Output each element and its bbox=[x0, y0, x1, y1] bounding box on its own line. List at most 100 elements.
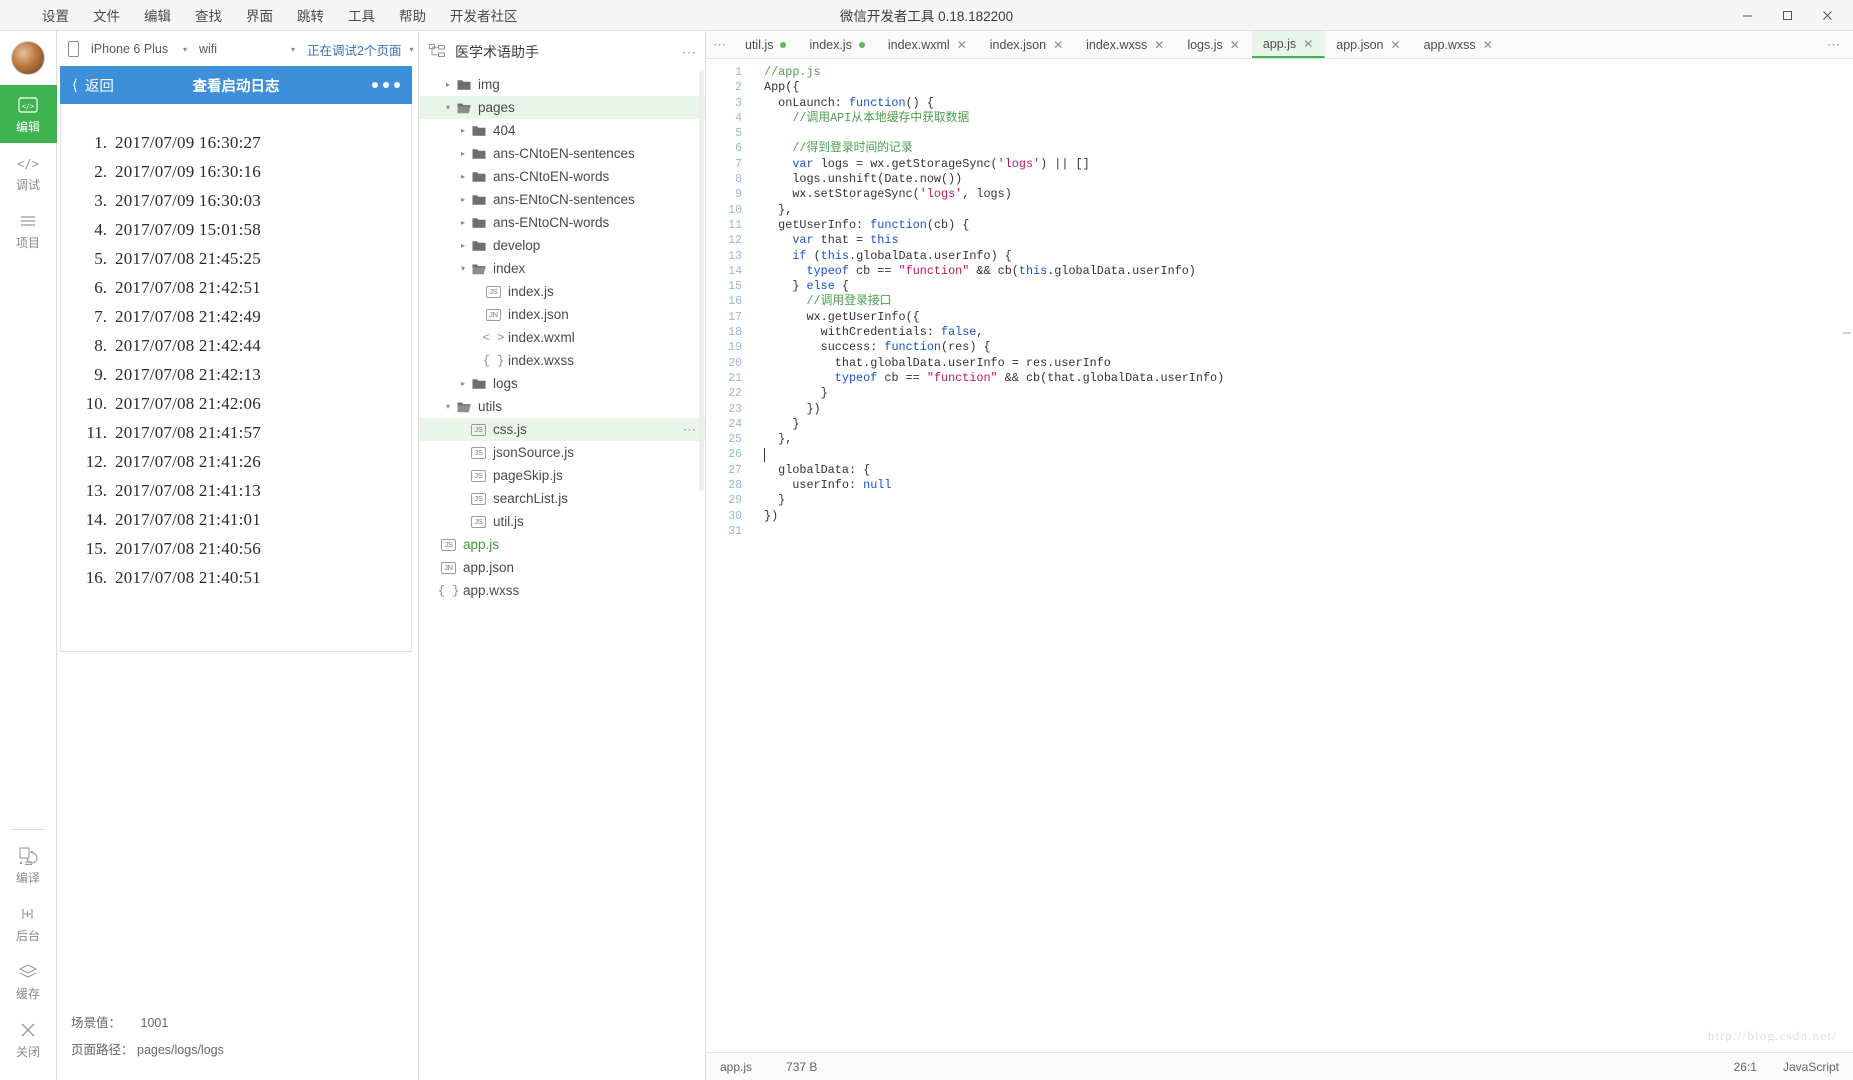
avatar[interactable] bbox=[11, 41, 45, 75]
chevron-down-icon[interactable]: ▾ bbox=[442, 103, 454, 112]
rail-item-cache[interactable]: 缓存 bbox=[0, 952, 57, 1010]
menu-file[interactable]: 文件 bbox=[81, 1, 132, 29]
tab-close-icon[interactable]: ✕ bbox=[1230, 38, 1240, 52]
chevron-right-icon[interactable]: ▸ bbox=[457, 195, 469, 204]
file-tree-node-index-wxml[interactable]: < > index.wxml bbox=[419, 326, 705, 349]
file-tree-node-app-wxss[interactable]: { } app.wxss bbox=[419, 579, 705, 602]
editor-tab-index-js[interactable]: index.js bbox=[798, 31, 877, 58]
scene-value: 1001 bbox=[140, 1016, 169, 1030]
file-tree-node-ans-entocn-sentences[interactable]: ▸ ans-ENtoCN-sentences bbox=[419, 188, 705, 211]
rail-item-close[interactable]: 关闭 bbox=[0, 1010, 57, 1068]
status-language[interactable]: JavaScript bbox=[1783, 1060, 1839, 1074]
rail-item-project[interactable]: 项目 bbox=[0, 201, 57, 259]
file-tree-scrollbar[interactable] bbox=[699, 71, 704, 491]
rail-item-edit[interactable]: </> 编辑 bbox=[0, 85, 57, 143]
chevron-right-icon[interactable]: ▸ bbox=[457, 241, 469, 250]
file-tree-node-css-js[interactable]: JS css.js ⋯ bbox=[419, 418, 705, 441]
file-tree-node-develop[interactable]: ▸ develop bbox=[419, 234, 705, 257]
debug-status-selector[interactable]: 正在调试2个页面 ▾ bbox=[301, 38, 413, 61]
folder-icon bbox=[469, 148, 488, 160]
menu-find[interactable]: 查找 bbox=[183, 1, 234, 29]
chevron-right-icon[interactable]: ▸ bbox=[457, 149, 469, 158]
tabs-overflow-icon[interactable]: ⋯ bbox=[706, 31, 734, 58]
wxss-file-icon: { } bbox=[437, 583, 460, 598]
file-tree-node-logs[interactable]: ▸ logs bbox=[419, 372, 705, 395]
file-tree-node-img[interactable]: ▸ img bbox=[419, 73, 705, 96]
code-area[interactable]: 1 2 3 4 5 6 7 8 9 10 11 12 13 14 15 16 17 18 19 20 21 22 23 24 2… bbox=[706, 59, 1853, 1052]
editor-tab-index-wxml[interactable]: index.wxml ✕ bbox=[876, 31, 979, 58]
menu-goto[interactable]: 跳转 bbox=[285, 1, 336, 29]
chevron-right-icon[interactable]: ▸ bbox=[457, 379, 469, 388]
chevron-down-icon[interactable]: ▾ bbox=[442, 402, 454, 411]
rail-item-debug[interactable]: </> 调试 bbox=[0, 143, 57, 201]
simulator-screen[interactable]: 1. 2017/07/09 16:30:27 2. 2017/07/09 16:30:… bbox=[60, 104, 412, 652]
editor-tab-index-json[interactable]: index.json ✕ bbox=[978, 31, 1076, 58]
file-tree-node-app-json[interactable]: JN app.json bbox=[419, 556, 705, 579]
file-tree-node-index[interactable]: ▾ index bbox=[419, 257, 705, 280]
rail-item-compile[interactable]: 编译 bbox=[0, 836, 57, 894]
file-tree-node-utils[interactable]: ▾ utils bbox=[419, 395, 705, 418]
menu-help[interactable]: 帮助 bbox=[387, 1, 438, 29]
file-tree-node-ans-entocn-words[interactable]: ▸ ans-ENtoCN-words bbox=[419, 211, 705, 234]
tab-close-icon[interactable]: ✕ bbox=[1154, 38, 1164, 52]
code-line: }, bbox=[764, 432, 1853, 447]
device-selector[interactable]: iPhone 6 Plus ▾ bbox=[85, 40, 193, 58]
file-tree-node-app-js[interactable]: JS app.js bbox=[419, 533, 705, 556]
rail-item-background[interactable]: 后台 bbox=[0, 894, 57, 952]
file-tree-node-ans-cntoen-words[interactable]: ▸ ans-CNtoEN-words bbox=[419, 165, 705, 188]
close-icon[interactable] bbox=[1807, 0, 1847, 30]
tab-bar-menu-icon[interactable]: ⋯ bbox=[1827, 31, 1853, 58]
editor-tab-index-wxss[interactable]: index.wxss ✕ bbox=[1075, 31, 1177, 58]
file-tree-node-404[interactable]: ▸ 404 bbox=[419, 119, 705, 142]
menu-community[interactable]: 开发者社区 bbox=[438, 1, 530, 29]
log-list-item: 15. 2017/07/08 21:40:56 bbox=[61, 534, 411, 563]
phone-icon[interactable] bbox=[61, 41, 85, 57]
file-tree-node-util-js[interactable]: JS util.js bbox=[419, 510, 705, 533]
chevron-right-icon[interactable]: ▸ bbox=[442, 80, 454, 89]
file-tree-node-ans-cntoen-sentences[interactable]: ▸ ans-CNtoEN-sentences bbox=[419, 142, 705, 165]
code-token: { bbox=[834, 279, 849, 294]
file-tree-node-index-wxss[interactable]: { } index.wxss bbox=[419, 349, 705, 372]
file-tree-node-pageskip-js[interactable]: JS pageSkip.js bbox=[419, 464, 705, 487]
maximize-icon[interactable] bbox=[1767, 0, 1807, 30]
menu-ui[interactable]: 界面 bbox=[234, 1, 285, 29]
tab-close-icon[interactable]: ✕ bbox=[1391, 38, 1401, 52]
tab-close-icon[interactable]: ✕ bbox=[1303, 37, 1313, 51]
more-dots-icon[interactable] bbox=[372, 82, 400, 88]
file-tree-more-icon[interactable]: ⋯ bbox=[682, 44, 697, 61]
editor-scrollbar[interactable] bbox=[1843, 332, 1851, 334]
js-file-icon: JS bbox=[439, 538, 458, 551]
status-cursor-position[interactable]: 26:1 bbox=[1734, 1060, 1757, 1074]
file-tree-node-label: develop bbox=[493, 238, 541, 253]
tab-close-icon[interactable]: ✕ bbox=[957, 38, 967, 52]
file-tree-node-index-json[interactable]: JN index.json bbox=[419, 303, 705, 326]
chevron-right-icon[interactable]: ▸ bbox=[457, 218, 469, 227]
file-tree-node-searchlist-js[interactable]: JS searchList.js bbox=[419, 487, 705, 510]
debug-brackets-icon: </> bbox=[17, 153, 39, 173]
menu-settings[interactable]: 设置 bbox=[30, 1, 81, 29]
file-tree-node-index-js[interactable]: JS index.js bbox=[419, 280, 705, 303]
network-selector[interactable]: wifi ▾ bbox=[193, 40, 301, 58]
back-button[interactable]: ⟨ 返回 bbox=[72, 75, 114, 96]
menu-edit[interactable]: 编辑 bbox=[132, 1, 183, 29]
app-window: 设置 文件 编辑 查找 界面 跳转 工具 帮助 开发者社区 微信开发者工具 0.… bbox=[0, 0, 1853, 1080]
tab-close-icon[interactable]: ✕ bbox=[1053, 38, 1063, 52]
chevron-down-icon[interactable]: ▾ bbox=[457, 264, 469, 273]
file-tree[interactable]: ▸ img ▾ pages ▸ 404 ▸ ans-CNtoEN-sentences ▸ ans-… bbox=[419, 69, 705, 602]
file-tree-node-jsonsource-js[interactable]: JS jsonSource.js bbox=[419, 441, 705, 464]
chevron-right-icon[interactable]: ▸ bbox=[457, 126, 469, 135]
editor-tab-app-json[interactable]: app.json ✕ bbox=[1325, 31, 1413, 58]
file-tree-node-pages[interactable]: ▾ pages bbox=[419, 96, 705, 119]
minimize-icon[interactable] bbox=[1727, 0, 1767, 30]
editor-tab-app-wxss[interactable]: app.wxss ✕ bbox=[1412, 31, 1505, 58]
editor-tab-util-js[interactable]: util.js bbox=[734, 31, 799, 58]
unsaved-dot-icon bbox=[858, 41, 865, 48]
editor-tab-app-js[interactable]: app.js ✕ bbox=[1251, 31, 1326, 58]
editor-tab-logs-js[interactable]: logs.js ✕ bbox=[1176, 31, 1252, 58]
tab-close-icon[interactable]: ✕ bbox=[1483, 38, 1493, 52]
code-content[interactable]: //app.js App({ onLaunch: function() { //调… bbox=[750, 59, 1853, 1052]
log-timestamp: 2017/07/08 21:42:13 bbox=[115, 365, 261, 384]
menu-tools[interactable]: 工具 bbox=[336, 1, 387, 29]
chevron-right-icon[interactable]: ▸ bbox=[457, 172, 469, 181]
